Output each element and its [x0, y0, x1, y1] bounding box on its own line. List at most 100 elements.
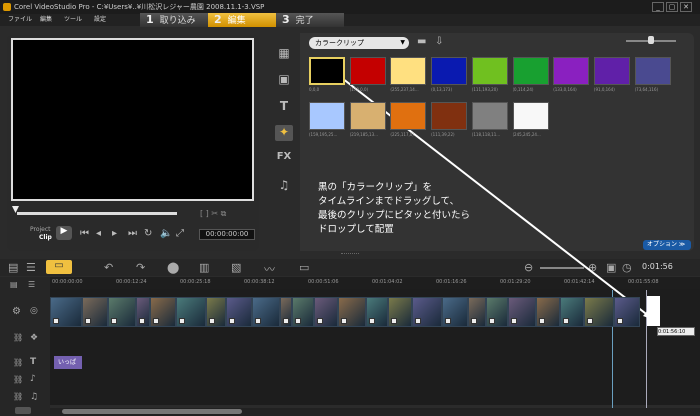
color-swatch[interactable]: [390, 102, 427, 130]
track-manager-icon[interactable]: ▤: [10, 280, 18, 289]
subtitle-icon[interactable]: ▭: [299, 261, 309, 274]
zoom-out-icon[interactable]: ⊖: [524, 261, 533, 274]
title-clip[interactable]: いっぱ: [54, 356, 82, 369]
zoom-in-icon[interactable]: ⊕: [588, 261, 597, 274]
prev-frame-icon[interactable]: ◂: [96, 228, 101, 239]
title-bar: Corel VideoStudio Pro - C:¥Users¥..¥川松沢レ…: [0, 0, 700, 14]
color-swatch[interactable]: [309, 102, 345, 130]
app-icon: [3, 3, 11, 11]
timeline-zoom-slider[interactable]: [540, 267, 584, 269]
clip-marker-icon: [415, 318, 421, 324]
menu-tools[interactable]: ツール: [64, 14, 82, 26]
options-button[interactable]: オプション ≫: [643, 240, 691, 250]
redo-icon[interactable]: ↷: [136, 261, 145, 274]
clip-marker-icon: [53, 318, 59, 324]
tab-edit[interactable]: 2 編集: [208, 13, 276, 27]
player-timecode[interactable]: 00:00:00:00: [199, 229, 255, 240]
color-swatch[interactable]: [431, 57, 468, 85]
tab-capture[interactable]: 1 取り込み: [140, 13, 208, 27]
color-swatch[interactable]: [512, 102, 549, 130]
storyboard-view-icon[interactable]: ▤: [8, 261, 18, 274]
panel-resize-handle[interactable]: [341, 253, 359, 255]
color-swatch-label: (0,13,173): [431, 87, 453, 92]
color-swatch[interactable]: [349, 102, 386, 130]
next-frame-icon[interactable]: ▸: [112, 228, 117, 239]
menu-bar: ファイル 編集 ツール 設定: [0, 14, 700, 26]
color-swatch[interactable]: [471, 102, 508, 130]
color-swatch-label: 0,0,0: [309, 87, 320, 92]
color-swatch-label: (225,117,0): [390, 132, 414, 137]
home-icon[interactable]: ⏮: [80, 228, 89, 239]
enlarge-icon[interactable]: ⤢: [176, 228, 184, 239]
timeline-view-icon[interactable]: ☰: [26, 261, 36, 274]
minimize-button[interactable]: _: [652, 2, 664, 12]
ruler-tick: 00:01:42:14: [564, 279, 595, 285]
ruler-tick: 00:01:55:08: [628, 279, 659, 285]
color-swatch-label: (111,193,20): [471, 87, 498, 92]
color-swatch-label: (245,245,24...: [512, 132, 541, 137]
menu-file[interactable]: ファイル: [8, 14, 32, 26]
color-swatch[interactable]: [553, 57, 590, 85]
sound-mixer-icon[interactable]: ▥: [199, 261, 209, 274]
close-button[interactable]: ✕: [680, 2, 692, 12]
tab-share[interactable]: 3 完了: [276, 13, 344, 27]
ruler-tick: 00:00:12:24: [116, 279, 147, 285]
clock-icon: ◷: [622, 261, 632, 274]
clip-marker-icon: [255, 318, 261, 324]
color-swatch[interactable]: [390, 57, 427, 85]
media-icon[interactable]: ▦: [275, 46, 293, 62]
audio-icon[interactable]: ♫: [275, 178, 293, 194]
timeline-ruler[interactable]: 00:00:00:00 00:00:12:24 00:00:25:18 00:00:3…: [50, 277, 700, 289]
import-icon[interactable]: ⇩: [435, 36, 443, 47]
scrollbar-thumb[interactable]: [62, 409, 242, 414]
color-swatch[interactable]: [512, 57, 549, 85]
volume-icon[interactable]: 🔈: [160, 228, 172, 239]
scroll-left-button[interactable]: [15, 407, 31, 414]
graphics-icon[interactable]: ✦: [275, 125, 293, 141]
insertion-line: [646, 290, 647, 416]
clip-marker-icon: [179, 318, 185, 324]
library-sidebar: [268, 33, 300, 251]
undo-icon[interactable]: ↶: [104, 261, 113, 274]
clip-marker-icon: [85, 318, 91, 324]
trim-markers[interactable]: [ ] ✂ ⧉: [200, 209, 226, 219]
color-swatch-label: (219,185,13...: [349, 132, 378, 137]
fit-project-icon[interactable]: ▣: [606, 261, 616, 274]
color-swatch[interactable]: [634, 57, 671, 85]
folder-icon[interactable]: ▬: [417, 36, 426, 47]
chapter-icon[interactable]: ☰: [28, 280, 35, 289]
color-swatch-label: (179,0,0): [349, 87, 369, 92]
repeat-icon[interactable]: ↻: [144, 228, 152, 239]
dropped-color-clip[interactable]: [646, 296, 660, 326]
scrub-bar[interactable]: [17, 212, 177, 215]
title-icon[interactable]: T: [275, 99, 293, 115]
clip-marker-icon: [563, 318, 569, 324]
music-track-link-icon: ⛓: [13, 392, 24, 401]
record-capture-icon[interactable]: ⬤: [167, 261, 179, 274]
video-track-icon: ⚙: [12, 306, 21, 317]
color-swatch[interactable]: [593, 57, 630, 85]
color-swatch[interactable]: [309, 57, 345, 85]
ruler-tick: 00:00:00:00: [52, 279, 83, 285]
menu-edit[interactable]: 編集: [40, 14, 52, 26]
ruler-tick: 00:01:16:26: [436, 279, 467, 285]
film-icon: ◎: [30, 306, 38, 316]
audio-waveform-icon[interactable]: 〰: [264, 261, 275, 277]
end-icon[interactable]: ⏭: [128, 228, 137, 239]
clip-marker-icon: [153, 318, 159, 324]
maximize-button[interactable]: ▢: [666, 2, 678, 12]
slider-knob[interactable]: [648, 36, 654, 44]
clip-marker-icon: [489, 318, 495, 324]
library-category-dropdown[interactable]: カラークリップ ▼: [309, 37, 409, 49]
instant-project-icon[interactable]: ▣: [275, 72, 293, 88]
menu-settings[interactable]: 設定: [94, 14, 106, 26]
color-swatch[interactable]: [471, 57, 508, 85]
auto-music-icon[interactable]: ▧: [231, 261, 241, 274]
color-swatch[interactable]: [431, 102, 468, 130]
play-icon[interactable]: ▶: [56, 226, 72, 240]
filter-icon[interactable]: FX: [275, 151, 293, 167]
timeline-view-active-icon[interactable]: ▭: [46, 260, 72, 274]
color-swatch[interactable]: [349, 57, 386, 85]
title-track-icon: T: [30, 357, 37, 367]
project-clip-switch[interactable]: Project Clip: [30, 226, 52, 242]
